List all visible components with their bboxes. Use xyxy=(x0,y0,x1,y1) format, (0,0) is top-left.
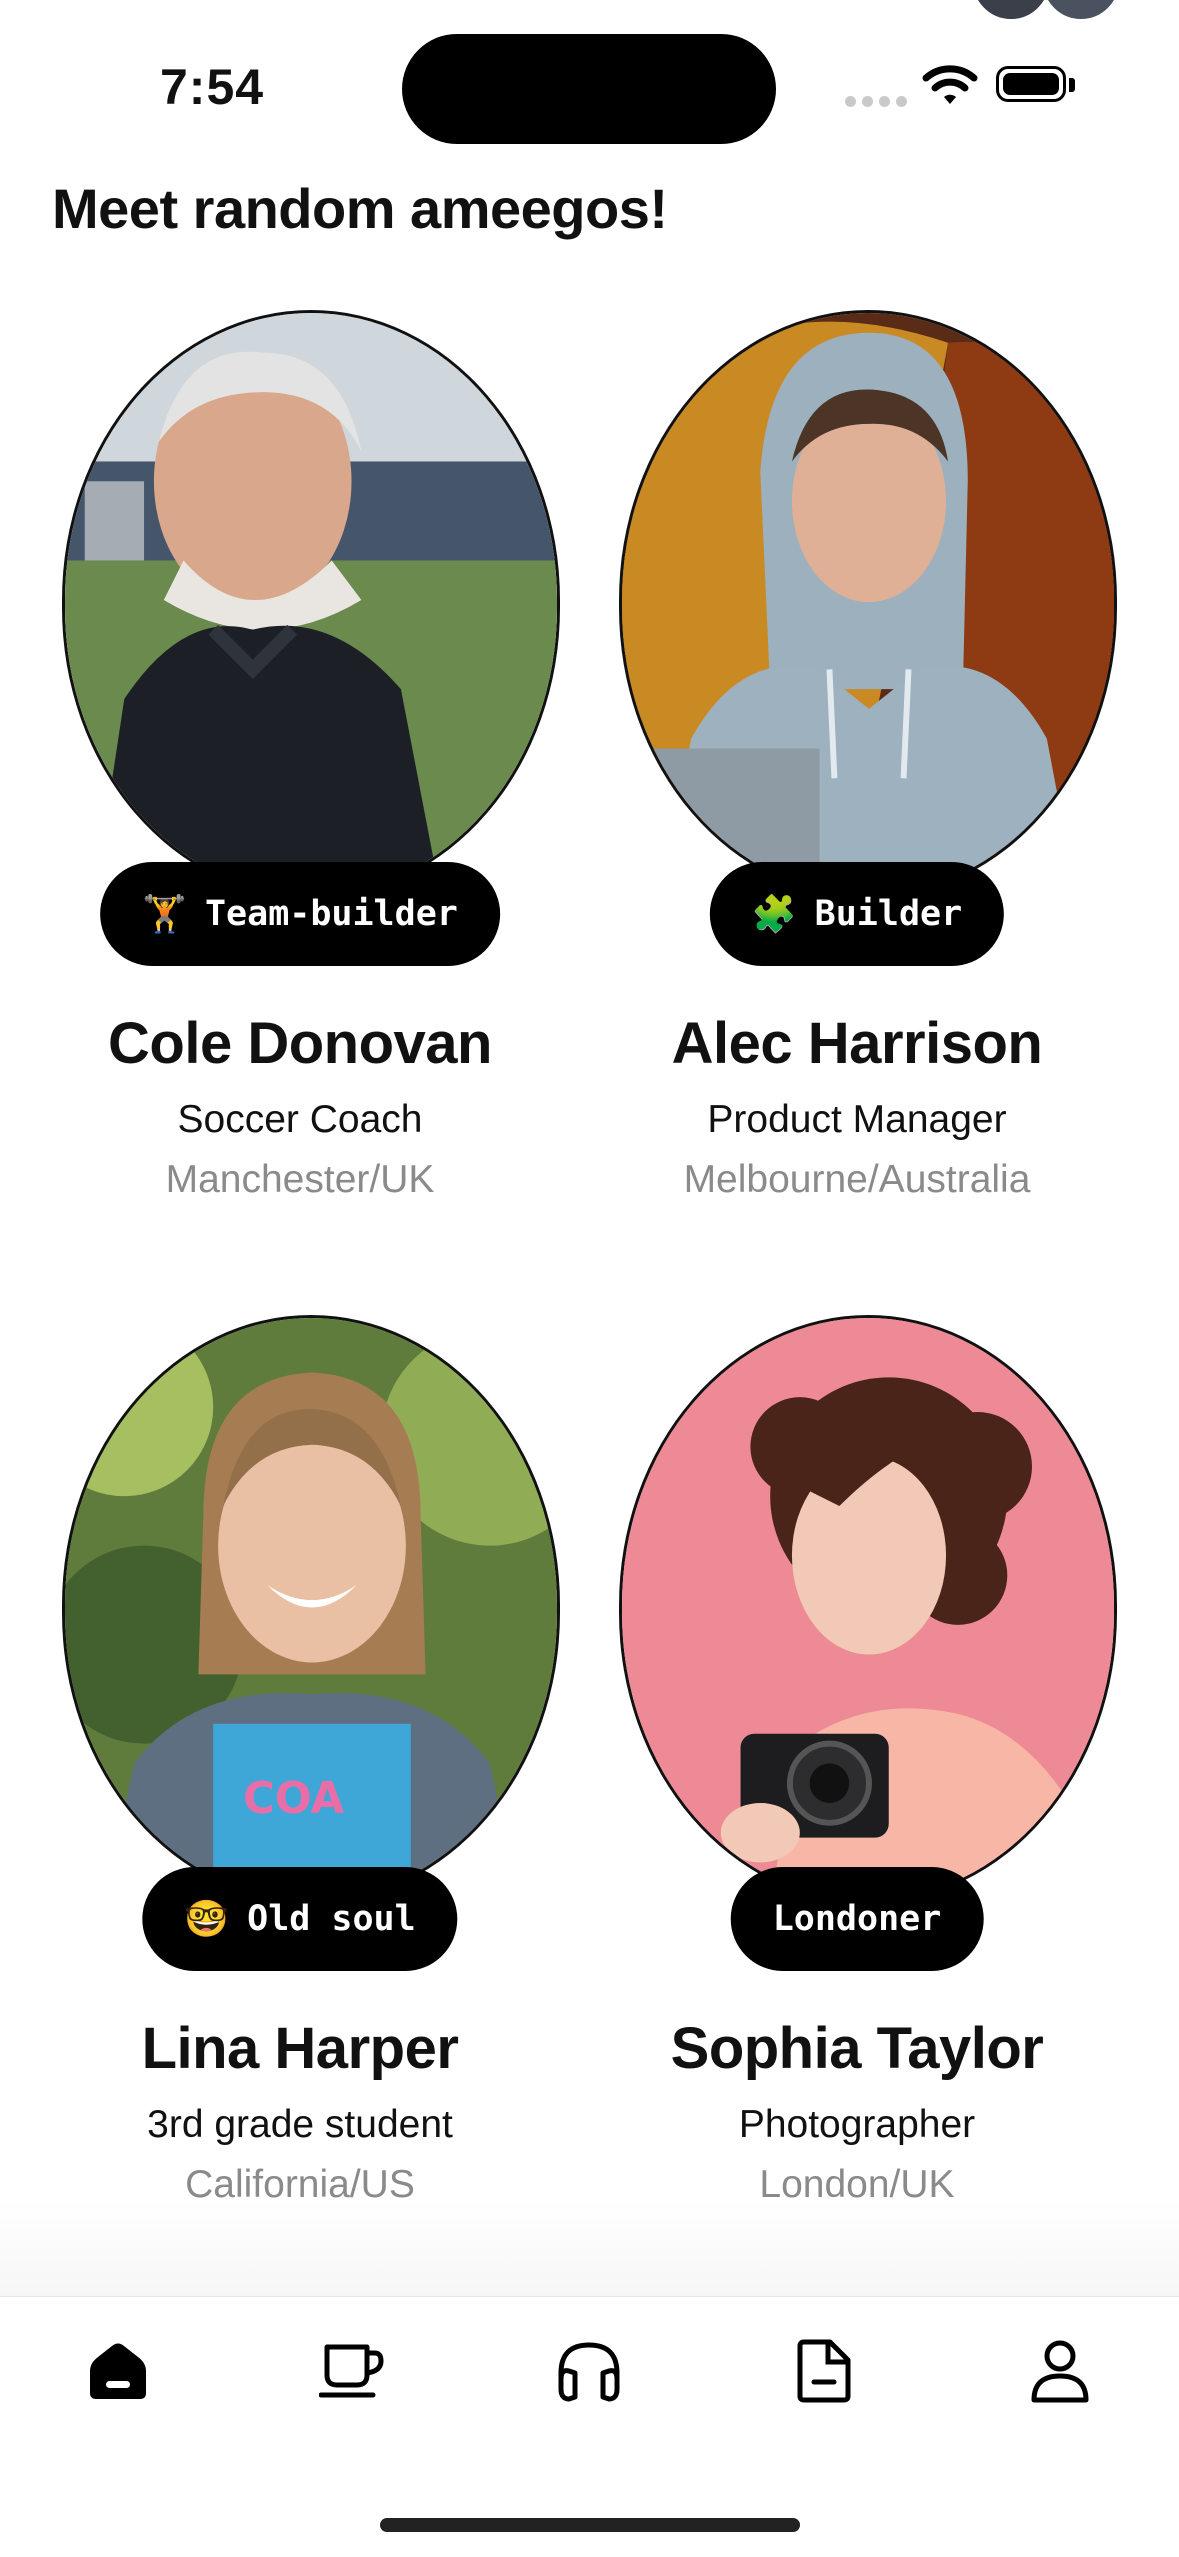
tab-documents[interactable] xyxy=(784,2331,864,2411)
cellular-signal-icon xyxy=(845,96,907,108)
person-role: Product Manager xyxy=(707,1098,1007,1141)
badge-label: Londoner xyxy=(772,1899,942,1939)
scroll-fade xyxy=(0,2200,1179,2300)
nerd-face-icon: 🤓 xyxy=(184,1899,230,1940)
tab-coffee[interactable] xyxy=(312,2331,392,2411)
page-title: Meet random ameegos! xyxy=(52,177,668,240)
person-photo xyxy=(619,1315,1117,1903)
document-icon xyxy=(797,2339,851,2403)
trait-badge: 🧩 Builder xyxy=(709,862,1005,966)
person-role: Photographer xyxy=(738,2103,976,2146)
trait-badge: Londoner xyxy=(730,1867,984,1971)
status-time: 7:54 xyxy=(160,59,265,115)
svg-text:COA: COA xyxy=(243,1774,345,1824)
person-photo: COA xyxy=(62,1315,560,1903)
home-indicator[interactable] xyxy=(380,2518,800,2532)
badge-label: Builder xyxy=(814,894,963,934)
person-name: Alec Harrison xyxy=(671,1011,1043,1076)
person-name: Cole Donovan xyxy=(108,1011,492,1076)
coffee-cup-icon xyxy=(319,2344,384,2398)
battery-icon xyxy=(996,66,1078,106)
tab-home[interactable] xyxy=(78,2331,158,2411)
badge-label: Old soul xyxy=(247,1899,416,1939)
top-avatars xyxy=(970,0,1170,22)
trait-badge: 🤓 Old soul xyxy=(142,1867,458,1971)
profile-icon xyxy=(1031,2340,1089,2403)
person-location: Manchester/UK xyxy=(165,1158,435,1201)
person-photo xyxy=(62,310,560,898)
puzzle-piece-icon: 🧩 xyxy=(751,894,797,935)
person-role: Soccer Coach xyxy=(177,1098,423,1141)
person-location: Melbourne/Australia xyxy=(683,1158,1031,1201)
weightlifter-icon: 🏋 xyxy=(142,894,187,935)
person-name: Lina Harper xyxy=(141,2016,459,2081)
tab-headphones[interactable] xyxy=(549,2331,629,2411)
tab-profile[interactable] xyxy=(1020,2331,1100,2411)
person-photo xyxy=(619,310,1117,898)
headphones-icon xyxy=(558,2342,620,2402)
wifi-icon xyxy=(922,64,978,111)
badge-label: Team-builder xyxy=(204,894,458,934)
person-role: 3rd grade student xyxy=(147,2103,453,2146)
trait-badge: 🏋 Team-builder xyxy=(100,862,500,966)
dynamic-island xyxy=(402,34,776,144)
person-name: Sophia Taylor xyxy=(670,2016,1044,2081)
home-icon xyxy=(90,2343,146,2399)
